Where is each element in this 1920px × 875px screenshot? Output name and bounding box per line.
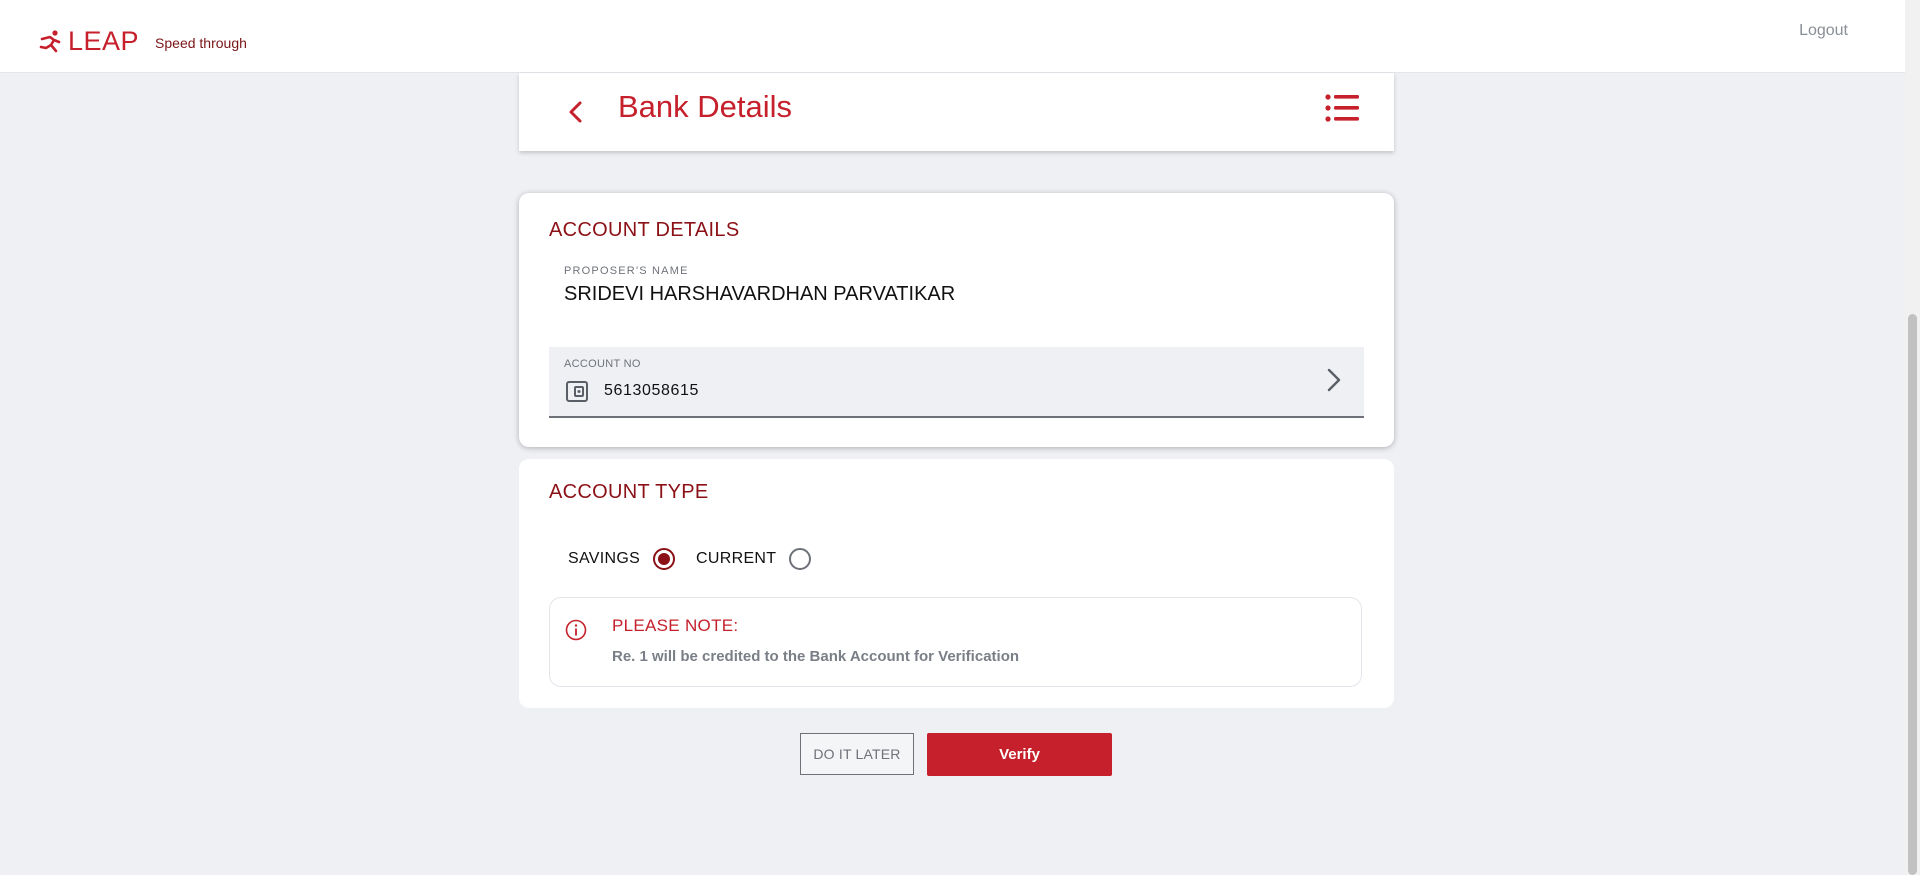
account-type-card: ACCOUNT TYPE SAVINGS CURRENT PLEASE NOTE… [519, 459, 1394, 708]
savings-label: SAVINGS [568, 550, 641, 567]
proposer-name-value: SRIDEVI HARSHAVARDHAN PARVATIKAR [564, 283, 956, 305]
page-title: Bank Details [618, 89, 793, 124]
chevron-right-icon [1327, 368, 1341, 392]
brand-name: LEAP [68, 26, 140, 56]
runner-logo-icon [39, 29, 61, 52]
savings-radio[interactable] [653, 548, 676, 570]
info-icon [565, 619, 587, 641]
list-menu-icon[interactable] [1324, 90, 1360, 126]
brand-tagline: Speed through [155, 35, 247, 51]
logout-link[interactable]: Logout [1799, 22, 1848, 40]
verify-button[interactable]: Verify [927, 733, 1112, 776]
brand-logo[interactable]: LEAP Speed through [38, 26, 247, 57]
account-number-label: ACCOUNT NO [564, 358, 641, 370]
scrollbar-thumb[interactable] [1908, 314, 1917, 875]
proposer-name-label: PROPOSER'S NAME [564, 265, 689, 277]
do-it-later-button[interactable]: DO IT LATER [800, 733, 914, 775]
chevron-left-icon[interactable] [561, 97, 591, 127]
wallet-icon [566, 381, 588, 402]
note-title: PLEASE NOTE: [612, 616, 739, 635]
verification-note: PLEASE NOTE: Re. 1 will be credited to t… [549, 597, 1362, 687]
account-details-card: ACCOUNT DETAILS PROPOSER'S NAME SRIDEVI … [519, 193, 1394, 447]
account-number-value: 5613058615 [604, 382, 699, 399]
current-label: CURRENT [696, 550, 777, 567]
top-header: LEAP Speed through Logout [0, 0, 1905, 73]
account-type-heading: ACCOUNT TYPE [549, 481, 709, 503]
page-header: Bank Details [519, 73, 1394, 151]
current-radio[interactable] [789, 548, 812, 570]
account-number-field[interactable]: ACCOUNT NO 5613058615 [549, 347, 1364, 418]
radio-selected-dot [658, 553, 671, 565]
note-text: Re. 1 will be credited to the Bank Accou… [612, 648, 1020, 665]
account-type-radio-group: SAVINGS CURRENT [568, 548, 832, 570]
account-details-heading: ACCOUNT DETAILS [549, 219, 740, 241]
page-scrollbar[interactable] [1905, 0, 1920, 875]
